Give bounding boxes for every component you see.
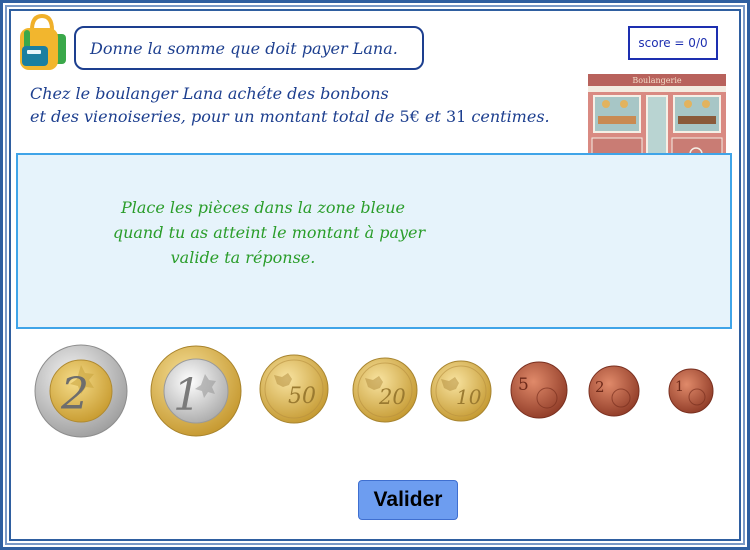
- coin-5-cent-value: 5: [518, 375, 529, 395]
- amount-cents: 31: [445, 107, 467, 126]
- drop-zone-line-3: valide ta réponse.: [170, 248, 316, 267]
- problem-line-2-end: centimes.: [466, 107, 550, 126]
- problem-line-1: Chez le boulanger Lana achéte des bonbon…: [30, 84, 389, 103]
- amount-euros: 5€: [399, 107, 420, 126]
- coin-1-euro-value: 1: [173, 370, 201, 421]
- coin-10-cent[interactable]: 10: [429, 359, 493, 423]
- coin-1-cent-value: 1: [675, 379, 684, 395]
- instruction-text: Donne la somme que doit payer Lana.: [90, 38, 398, 58]
- coin-10-cent-value: 10: [456, 385, 482, 409]
- score-text: score = 0/0: [638, 36, 708, 50]
- coin-drop-zone[interactable]: Place les pièces dans la zone bleue quan…: [16, 153, 732, 329]
- coin-2-cent-value: 2: [595, 378, 605, 396]
- coin-1-euro[interactable]: 1: [149, 344, 243, 438]
- bakery-shop-image: Boulangerie: [584, 70, 730, 166]
- backpack-icon: [20, 14, 66, 70]
- coin-20-cent[interactable]: 20: [351, 356, 419, 424]
- instruction-box: Donne la somme que doit payer Lana.: [74, 26, 424, 70]
- coin-50-cent[interactable]: 50: [258, 353, 330, 425]
- bakery-sign: Boulangerie: [632, 76, 682, 85]
- problem-statement: Chez le boulanger Lana achéte des bonbon…: [30, 82, 550, 128]
- coin-2-euro-value: 2: [60, 369, 89, 420]
- drop-zone-line-2: quand tu as atteint le montant à payer: [112, 223, 426, 242]
- valider-button[interactable]: Valider: [358, 480, 458, 520]
- problem-line-2-start: et des vienoiseries, pour un montant tot…: [30, 107, 400, 126]
- coin-20-cent-value: 20: [378, 385, 406, 409]
- coin-1-cent[interactable]: 1: [667, 367, 715, 415]
- coin-5-cent[interactable]: 5: [509, 360, 569, 420]
- problem-line-2-middle: et: [419, 107, 446, 126]
- coin-2-cent[interactable]: 2: [587, 364, 641, 418]
- drop-zone-line-1: Place les pièces dans la zone bleue: [120, 198, 406, 217]
- coin-50-cent-value: 50: [288, 384, 316, 409]
- drop-zone-instructions: Place les pièces dans la zone bleue quan…: [18, 195, 508, 270]
- coin-2-euro[interactable]: 2: [33, 343, 129, 439]
- valider-label: Valider: [373, 488, 443, 511]
- problem-line-2: et des vienoiseries, pour un montant tot…: [30, 105, 550, 128]
- score-box: score = 0/0: [628, 26, 718, 60]
